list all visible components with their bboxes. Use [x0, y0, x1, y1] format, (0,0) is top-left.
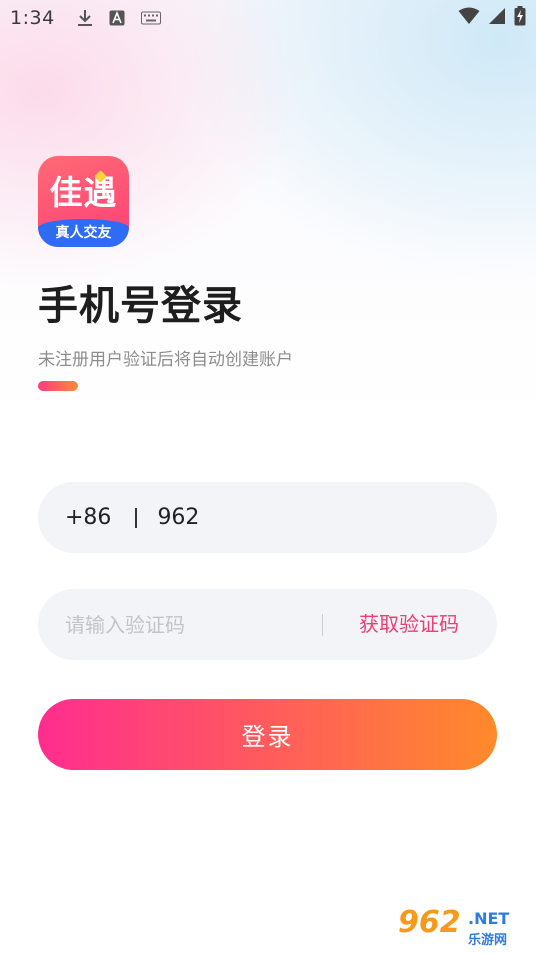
verification-code-input[interactable] [65, 612, 315, 637]
country-code-divider [135, 507, 138, 528]
cell-signal-icon [488, 7, 506, 29]
watermark-net: .NET [468, 909, 510, 928]
get-code-button[interactable]: 获取验证码 [359, 589, 459, 660]
logo-text: 佳遇 [49, 173, 118, 212]
keyboard-icon [140, 11, 161, 25]
logo-band-text: 真人交友 [38, 219, 129, 247]
battery-charging-icon [514, 6, 526, 30]
download-icon [77, 9, 93, 27]
verification-code-field[interactable]: 获取验证码 [38, 589, 497, 660]
phone-field[interactable]: +86 [38, 482, 497, 553]
page-title: 手机号登录 [38, 283, 243, 329]
app-logo: 佳遇 真人交友 [38, 156, 129, 247]
watermark-chinese: 乐游网 [468, 933, 508, 948]
watermark-number: 962 [398, 905, 461, 940]
wifi-icon [458, 7, 480, 29]
page-subtitle: 未注册用户验证后将自动创建账户 [38, 350, 293, 370]
login-button[interactable]: 登录 [38, 699, 497, 770]
watermark-logo: 962 .NET 乐游网 [398, 905, 530, 949]
font-a-icon [109, 10, 125, 26]
status-time: 1:34 [10, 7, 55, 29]
country-code[interactable]: +86 [65, 505, 111, 530]
status-bar: 1:34 [0, 0, 536, 36]
code-divider [322, 614, 323, 636]
phone-input[interactable] [157, 505, 358, 530]
title-accent-bar [38, 381, 78, 391]
